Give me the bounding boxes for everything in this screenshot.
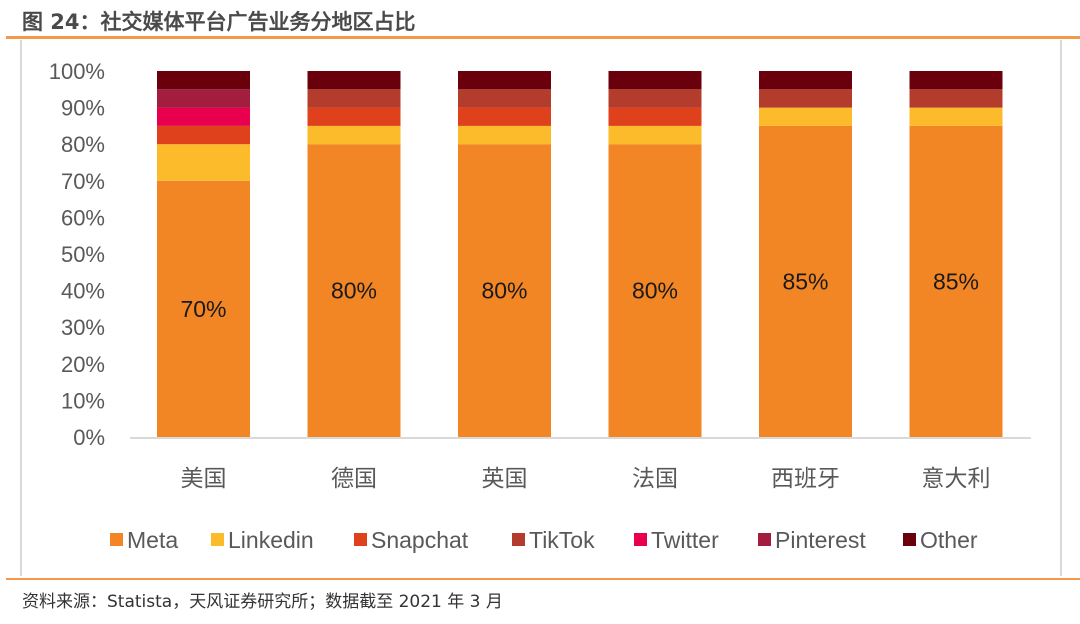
legend-item-other: Other (903, 527, 978, 553)
bar-segment-tiktok (608, 89, 702, 108)
legend-label: Pinterest (775, 527, 866, 553)
bar-segment-other (458, 71, 551, 90)
legend-swatch (211, 533, 224, 546)
bar-segment-pinterest (157, 89, 250, 108)
bar-segment-snapchat (307, 107, 401, 126)
bar-segment-other (909, 71, 1003, 90)
legend-swatch (110, 533, 123, 546)
bar-segment-snapchat (157, 125, 250, 145)
legend-swatch (354, 533, 367, 546)
legend-label: Twitter (651, 527, 719, 553)
legend-label: Other (920, 527, 978, 553)
y-tick-label: 10% (61, 388, 105, 413)
data-label: 70% (180, 296, 226, 322)
x-axis: 美国 德国 英国 法国 西班牙 意大利 (181, 466, 991, 492)
legend-label: Snapchat (371, 527, 469, 553)
legend-item-linkedin: Linkedin (211, 527, 314, 553)
bottom-rule (6, 578, 1080, 580)
bar-segment-linkedin (608, 125, 702, 145)
y-tick-label: 50% (61, 242, 105, 267)
y-tick-label: 30% (61, 315, 105, 340)
bars (157, 71, 1003, 438)
bar-segment-twitter (157, 107, 250, 126)
data-label: 85% (933, 268, 979, 294)
bar-segment-tiktok (909, 89, 1003, 108)
bar-segment-linkedin (909, 107, 1003, 126)
data-labels: 70% 80% 80% 80% 85% 85% (180, 268, 979, 321)
bar-segment-other (307, 71, 401, 90)
legend-item-twitter: Twitter (634, 527, 719, 553)
legend: Meta Linkedin Snapchat TikTok Twitter Pintere… (110, 527, 978, 553)
bar-segment-linkedin (458, 125, 551, 145)
bar-segment-tiktok (759, 89, 852, 108)
legend-swatch (903, 533, 916, 546)
legend-swatch (758, 533, 771, 546)
bar-segment-linkedin (759, 107, 852, 126)
y-tick-label: 20% (61, 352, 105, 377)
x-tick-label: 西班牙 (771, 466, 840, 492)
y-axis: 0% 10% 20% 30% 40% 50% 60% 70% 80% 90% 100% (49, 59, 105, 450)
x-tick-label: 德国 (331, 466, 377, 492)
bar-segment-linkedin (307, 125, 401, 145)
legend-swatch (512, 533, 525, 546)
bar-segment-linkedin (157, 144, 250, 181)
bar-segment-other (608, 71, 702, 90)
legend-item-pinterest: Pinterest (758, 527, 866, 553)
bar-segment-snapchat (458, 107, 551, 126)
bar-segment-tiktok (307, 89, 401, 108)
y-tick-label: 60% (61, 205, 105, 230)
bar-segment-snapchat (608, 107, 702, 126)
y-tick-label: 100% (49, 59, 105, 84)
y-tick-label: 90% (61, 96, 105, 121)
data-label: 80% (481, 278, 527, 304)
x-tick-label: 美国 (181, 466, 227, 492)
legend-item-snapchat: Snapchat (354, 527, 469, 553)
y-tick-label: 0% (73, 425, 105, 450)
data-label: 80% (331, 278, 377, 304)
bar-segment-other (157, 71, 250, 90)
y-tick-label: 70% (61, 169, 105, 194)
legend-item-tiktok: TikTok (512, 527, 595, 553)
stacked-bar-chart: 0% 10% 20% 30% 40% 50% 60% 70% 80% 90% 100% 美国 德国 英国… (49, 59, 1031, 553)
bar-segment-other (759, 71, 852, 90)
data-label: 80% (632, 278, 678, 304)
legend-label: TikTok (529, 527, 595, 553)
y-tick-label: 40% (61, 279, 105, 304)
data-label: 85% (782, 268, 828, 294)
y-tick-label: 80% (61, 132, 105, 157)
source-note: 资料来源：Statista，天风证券研究所；数据截至 2021 年 3 月 (22, 592, 503, 612)
bar-segment-tiktok (458, 89, 551, 108)
legend-item-meta: Meta (110, 527, 178, 553)
legend-swatch (634, 533, 647, 546)
x-tick-label: 法国 (632, 466, 678, 492)
x-tick-label: 英国 (482, 466, 528, 492)
legend-label: Linkedin (228, 527, 314, 553)
x-tick-label: 意大利 (922, 466, 991, 492)
legend-label: Meta (127, 527, 178, 553)
